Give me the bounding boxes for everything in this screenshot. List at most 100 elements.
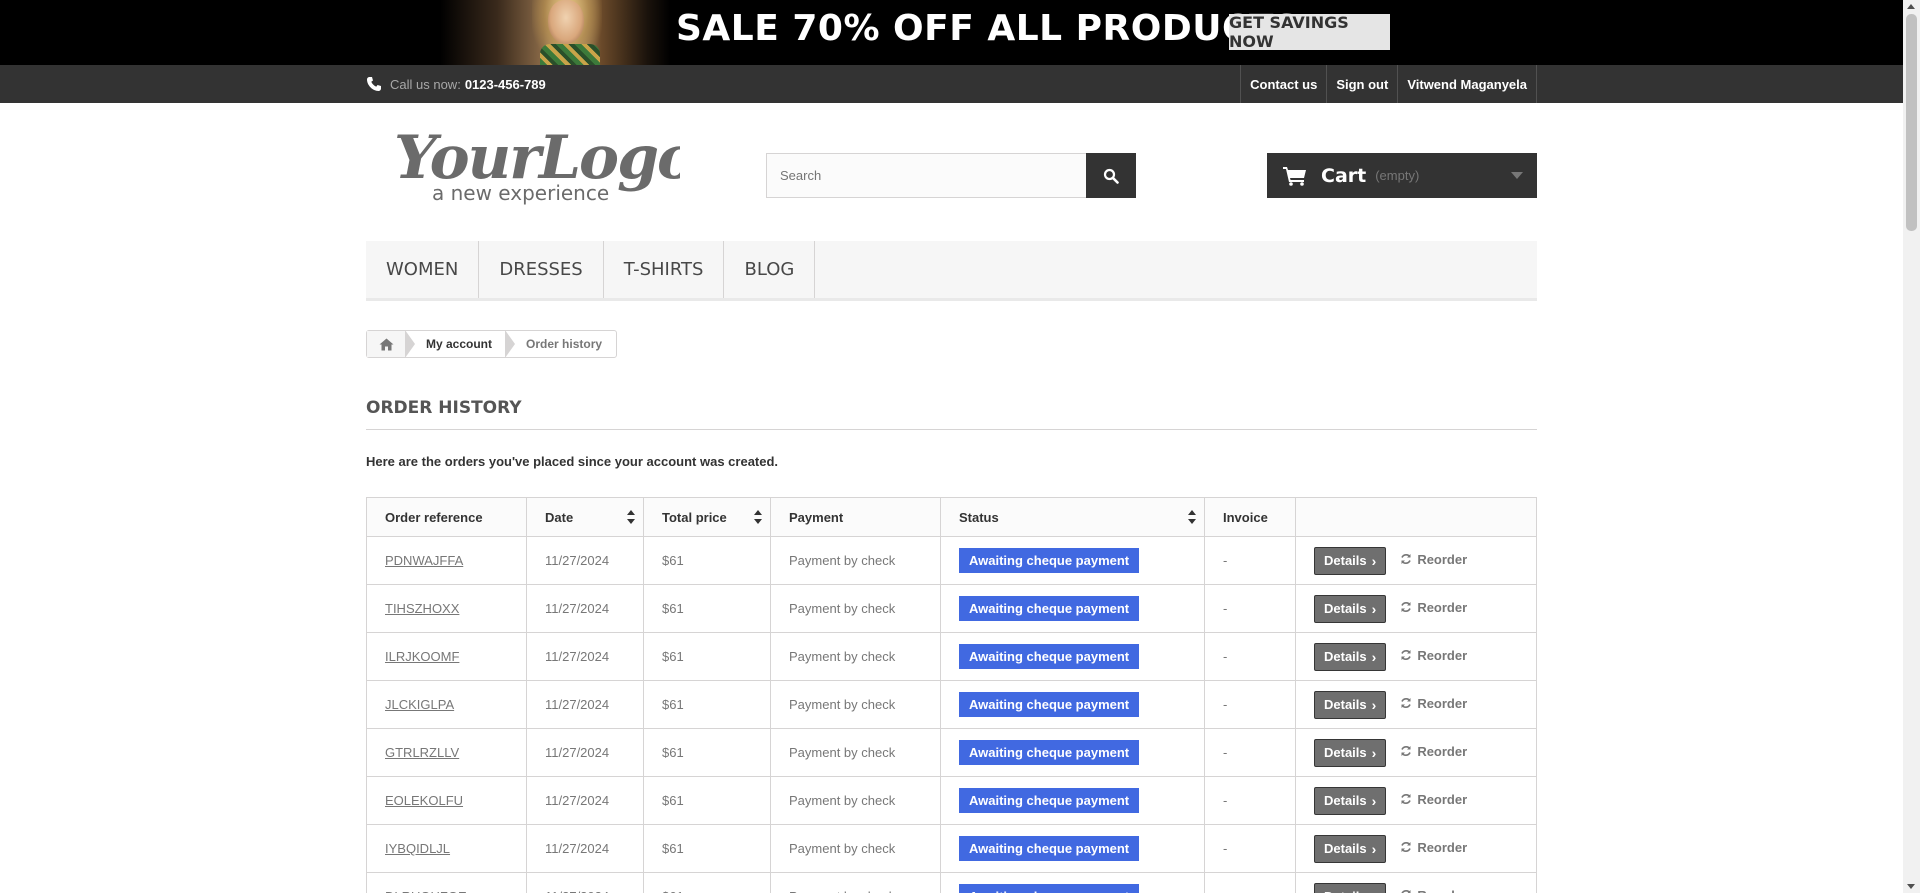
- order-reference-link[interactable]: DLRUQHFOE: [385, 889, 467, 893]
- details-button[interactable]: Details ›: [1314, 642, 1387, 671]
- order-actions: Details › Reorder: [1295, 824, 1537, 873]
- reorder-link[interactable]: Reorder: [1400, 552, 1467, 567]
- order-total: $61: [643, 680, 771, 729]
- phone-number: 0123-456-789: [464, 76, 546, 92]
- reorder-link[interactable]: Reorder: [1400, 888, 1467, 893]
- reorder-label: Reorder: [1417, 791, 1468, 807]
- search-button[interactable]: [1086, 153, 1136, 198]
- details-label: Details: [1324, 889, 1367, 893]
- order-reference-cell: PDNWAJFFA: [366, 536, 527, 585]
- order-date: 11/27/2024: [526, 824, 644, 873]
- account-name-link[interactable]: Vitwend Maganyela: [1398, 65, 1537, 103]
- table-row: PDNWAJFFA 11/27/2024 $61 Payment by check Aw…: [366, 536, 1537, 585]
- sign-out-link[interactable]: Sign out: [1327, 65, 1399, 103]
- refresh-icon: [1401, 746, 1412, 756]
- breadcrumb-home[interactable]: [367, 331, 406, 357]
- sort-icon[interactable]: [1188, 510, 1196, 524]
- details-button[interactable]: Details ›: [1314, 594, 1387, 623]
- scroll-down-icon[interactable]: [1907, 884, 1915, 889]
- order-status-cell: Awaiting cheque payment: [940, 680, 1205, 729]
- order-reference-link[interactable]: JLCKIGLPA: [385, 697, 454, 712]
- order-reference-cell: JLCKIGLPA: [366, 680, 527, 729]
- chevron-right-icon: ›: [1371, 696, 1377, 713]
- page-title: Order history: [366, 398, 1537, 430]
- reorder-link[interactable]: Reorder: [1400, 600, 1467, 615]
- search-bar: [766, 153, 1136, 198]
- col-date[interactable]: Date: [526, 497, 644, 537]
- order-payment: Payment by check: [770, 776, 941, 825]
- chevron-right-icon: ›: [1372, 889, 1377, 893]
- order-payment: Payment by check: [770, 632, 941, 681]
- details-button[interactable]: Details ›: [1314, 882, 1387, 893]
- menu-item-dresses[interactable]: DRESSES: [479, 241, 604, 298]
- order-total: $61: [643, 584, 771, 633]
- promo-banner[interactable]: SALE 70% OFF ALL PRODUCTS GET SAVINGS NO…: [0, 0, 1920, 65]
- menu-item-tshirts[interactable]: T-SHIRTS: [604, 241, 725, 298]
- order-payment: Payment by check: [770, 680, 941, 729]
- order-actions: Details › Reorder: [1295, 632, 1537, 681]
- order-status-cell: Awaiting cheque payment: [940, 536, 1205, 585]
- order-status-cell: Awaiting cheque payment: [940, 824, 1205, 873]
- status-badge: Awaiting cheque payment: [959, 788, 1140, 813]
- order-invoice: -: [1204, 536, 1296, 585]
- scroll-up-icon[interactable]: [1907, 4, 1915, 9]
- menu-item-women[interactable]: WOMEN: [366, 241, 480, 298]
- top-nav-bar: Call us now: 0123-456-789 Contact us Sig…: [0, 65, 1920, 103]
- order-reference-link[interactable]: IYBQIDLJL: [385, 841, 450, 856]
- status-badge: Awaiting cheque payment: [959, 692, 1140, 717]
- reorder-link[interactable]: Reorder: [1400, 792, 1467, 807]
- order-reference-cell: IYBQIDLJL: [366, 824, 527, 873]
- order-reference-link[interactable]: GTRLRZLLV: [385, 745, 459, 760]
- reorder-link[interactable]: Reorder: [1400, 648, 1467, 663]
- col-order-reference: Order reference: [366, 497, 527, 537]
- details-button[interactable]: Details ›: [1314, 786, 1387, 815]
- get-savings-button[interactable]: GET SAVINGS NOW: [1229, 13, 1390, 51]
- menu-item-blog[interactable]: BLOG: [724, 241, 816, 298]
- logo-tagline: a new experience: [432, 181, 609, 205]
- order-date: 11/27/2024: [526, 632, 644, 681]
- order-reference-link[interactable]: EOLEKOLFU: [385, 793, 463, 808]
- order-invoice: -: [1204, 584, 1296, 633]
- order-invoice: -: [1204, 824, 1296, 873]
- order-reference-link[interactable]: PDNWAJFFA: [385, 553, 463, 568]
- col-status[interactable]: Status: [940, 497, 1205, 537]
- breadcrumb-order-history: Order history: [505, 330, 616, 358]
- contact-us-link[interactable]: Contact us: [1241, 65, 1328, 103]
- details-button[interactable]: Details ›: [1314, 738, 1387, 767]
- refresh-icon: [1401, 602, 1412, 612]
- cart-button[interactable]: Cart (empty): [1267, 153, 1537, 198]
- order-actions: Details › Reorder: [1295, 536, 1537, 585]
- page-scrollbar[interactable]: [1903, 0, 1920, 893]
- reorder-link[interactable]: Reorder: [1400, 744, 1467, 759]
- details-label: Details: [1324, 745, 1367, 760]
- sort-icon[interactable]: [754, 510, 762, 524]
- details-button[interactable]: Details ›: [1314, 690, 1387, 719]
- order-total: $61: [643, 872, 771, 893]
- details-label: Details: [1324, 649, 1367, 664]
- details-button[interactable]: Details ›: [1314, 546, 1387, 575]
- scrollbar-thumb[interactable]: [1906, 14, 1917, 231]
- cart-icon: [1283, 166, 1306, 186]
- order-reference-link[interactable]: ILRJKOOMF: [385, 649, 459, 664]
- sort-icon[interactable]: [627, 510, 635, 524]
- order-status-cell: Awaiting cheque payment: [940, 632, 1205, 681]
- search-input[interactable]: [766, 153, 1086, 198]
- order-date: 11/27/2024: [526, 680, 644, 729]
- reorder-link[interactable]: Reorder: [1400, 840, 1467, 855]
- phone-icon: [367, 77, 381, 91]
- details-button[interactable]: Details ›: [1314, 834, 1387, 863]
- reorder-label: Reorder: [1417, 839, 1468, 855]
- reorder-link[interactable]: Reorder: [1400, 696, 1467, 711]
- details-label: Details: [1324, 553, 1367, 568]
- store-logo[interactable]: YourLogo a new experience: [390, 122, 680, 207]
- main-menu: WOMEN DRESSES T-SHIRTS BLOG: [366, 241, 1537, 301]
- order-date: 11/27/2024: [526, 584, 644, 633]
- home-icon: [379, 338, 394, 350]
- order-total: $61: [643, 824, 771, 873]
- order-reference-link[interactable]: TIHSZHOXX: [385, 601, 459, 616]
- reorder-label: Reorder: [1417, 647, 1468, 663]
- col-total-price[interactable]: Total price: [643, 497, 771, 537]
- breadcrumb-my-account[interactable]: My account: [404, 330, 506, 358]
- refresh-icon: [1401, 650, 1412, 660]
- call-us-info: Call us now: 0123-456-789: [366, 76, 546, 92]
